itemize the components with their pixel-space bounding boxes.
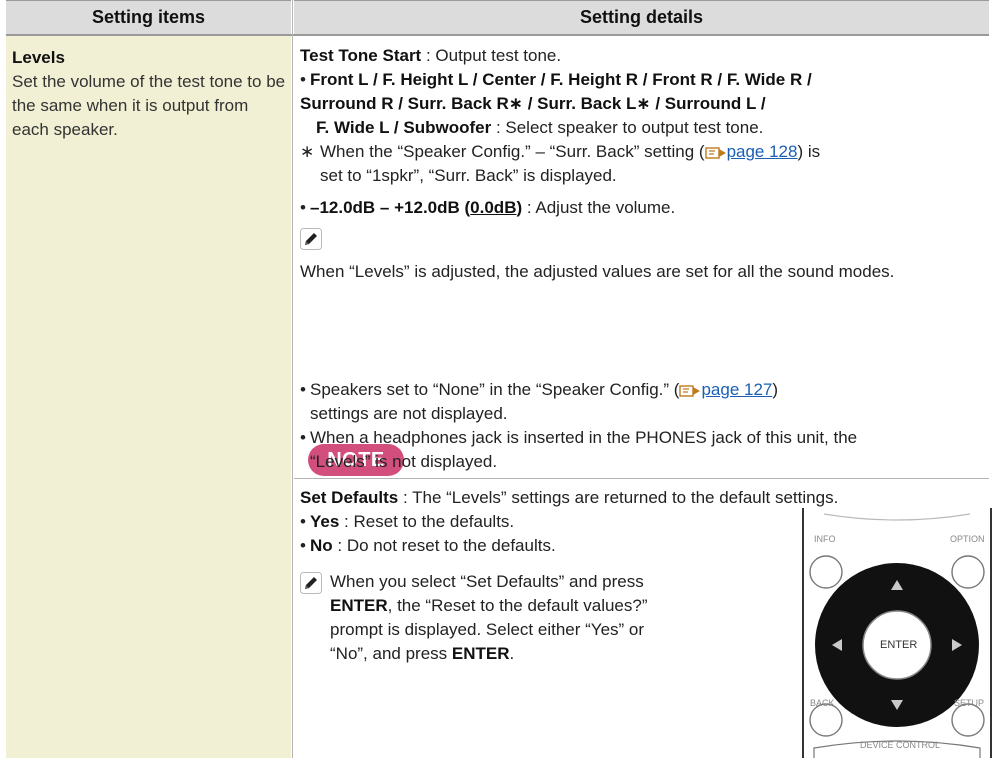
footnote-text: When the “Speaker Config.” – “Surr. Back… — [320, 142, 705, 161]
remote-control-illustration: INFO OPTION ENTER BACK SETUP DEVICE CONT… — [802, 508, 992, 758]
yes-desc: : Reset to the defaults. — [339, 512, 515, 531]
yes-label: Yes — [310, 512, 340, 531]
set-defaults-desc: : The “Levels” settings are returned to … — [398, 488, 839, 507]
page-reference-icon — [704, 146, 726, 159]
yes-option: • Yes : Reset to the defaults. — [300, 510, 514, 534]
option-label: OPTION — [950, 534, 985, 544]
set-defaults-line: Set Defaults : The “Levels” settings are… — [300, 486, 838, 510]
enter-label: ENTER — [880, 639, 918, 651]
note2-text: When a headphones jack is inserted in th… — [310, 428, 858, 447]
tip2-line-1: When you select “Set Defaults” and press — [330, 572, 644, 591]
pencil-icon — [300, 228, 322, 255]
footnote-text-end: ) is — [797, 142, 821, 161]
levels-description: Set the volume of the test tone to be th… — [12, 72, 286, 139]
header-setting-items: Setting items — [6, 0, 291, 34]
test-tone-line: Test Tone Start : Output test tone. — [300, 44, 561, 68]
page-127-link[interactable]: page 127 — [701, 380, 772, 399]
tip2-line-4: “No”, and press ENTER. — [330, 642, 514, 666]
test-tone-label: Test Tone Start — [300, 46, 422, 65]
bullet: • — [300, 512, 306, 531]
info-label: INFO — [814, 534, 836, 544]
device-control-label: DEVICE CONTROL — [860, 740, 941, 750]
enter-key-label: ENTER — [330, 596, 388, 615]
no-label: No — [310, 536, 333, 555]
header-setting-details: Setting details — [294, 0, 989, 34]
speakers-list-3: F. Wide L / Subwoofer — [316, 118, 492, 137]
bullet: • — [300, 428, 306, 447]
tip2-line-4-end: . — [509, 644, 515, 663]
test-tone-desc: : Output test tone. — [421, 46, 562, 65]
page-reference-icon — [679, 384, 701, 397]
footnote-line-2: set to “1spkr”, “Surr. Back” is displaye… — [320, 164, 617, 188]
footnote-text-2: set to “1spkr”, “Surr. Back” is displaye… — [320, 166, 617, 185]
note-item-1: • Speakers set to “None” in the “Speaker … — [300, 378, 778, 402]
speakers-list-2: Surround R / Surr. Back R∗ / Surr. Back … — [300, 94, 766, 113]
column-divider — [292, 0, 293, 758]
info-button — [809, 555, 843, 589]
speakers-line-2: Surround R / Surr. Back R∗ / Surr. Back … — [300, 92, 766, 116]
bullet: • — [300, 198, 306, 217]
section-divider — [294, 478, 989, 479]
tip-text: When “Levels” is adjusted, the adjusted … — [300, 262, 895, 281]
setup-label: SETUP — [954, 698, 985, 708]
footnote-line-1: ∗ When the “Speaker Config.” – “Surr. Bac… — [300, 140, 820, 164]
range-line: • –12.0dB – +12.0dB (0.0dB) : Adjust the … — [300, 196, 675, 220]
bullet: • — [300, 70, 306, 89]
no-option: • No : Do not reset to the defaults. — [300, 534, 556, 558]
setting-items-column: Levels Set the volume of the test tone t… — [6, 36, 291, 758]
note-item-2: • When a headphones jack is inserted in t… — [300, 426, 857, 450]
note1-end: ) — [772, 380, 779, 399]
back-label: BACK — [810, 698, 835, 708]
remote-svg — [809, 513, 985, 758]
range-label: –12.0dB – +12.0dB ( — [310, 198, 471, 217]
pencil-icon-2 — [300, 572, 322, 599]
range-default: 0.0dB — [470, 198, 517, 217]
tip2-line-4-text: “No”, and press — [330, 644, 452, 663]
setup-button — [951, 703, 985, 737]
note-item-2-line-2: “Levels” is not displayed. — [310, 452, 498, 471]
back-button — [809, 703, 843, 737]
speakers-list-1: Front L / F. Height L / Center / F. Heig… — [310, 70, 812, 89]
speakers-line-1: • Front L / F. Height L / Center / F. Hei… — [300, 68, 812, 92]
asterisk-mark: ∗ — [300, 142, 315, 161]
set-defaults-label: Set Defaults — [300, 488, 399, 507]
speakers-desc: : Select speaker to output test tone. — [491, 118, 764, 137]
range-desc: : Adjust the volume. — [522, 198, 676, 217]
enter-key-label-2: ENTER — [451, 644, 510, 663]
tip2-line-2: ENTER, the “Reset to the default values?… — [330, 594, 648, 618]
levels-title: Levels — [12, 48, 65, 67]
tip2-line-3: prompt is displayed. Select either “Yes”… — [330, 620, 645, 639]
page-128-link[interactable]: page 128 — [727, 142, 798, 161]
note1-text: Speakers set to “None” in the “Speaker C… — [310, 380, 680, 399]
bullet: • — [300, 536, 306, 555]
no-desc: : Do not reset to the defaults. — [332, 536, 556, 555]
speakers-line-3: F. Wide L / Subwoofer : Select speaker t… — [316, 116, 763, 140]
bullet: • — [300, 380, 306, 399]
note-item-1-line-2: settings are not displayed. — [310, 404, 508, 423]
option-button — [951, 555, 985, 589]
tip2-line-2-text: , the “Reset to the default values?” — [387, 596, 648, 615]
